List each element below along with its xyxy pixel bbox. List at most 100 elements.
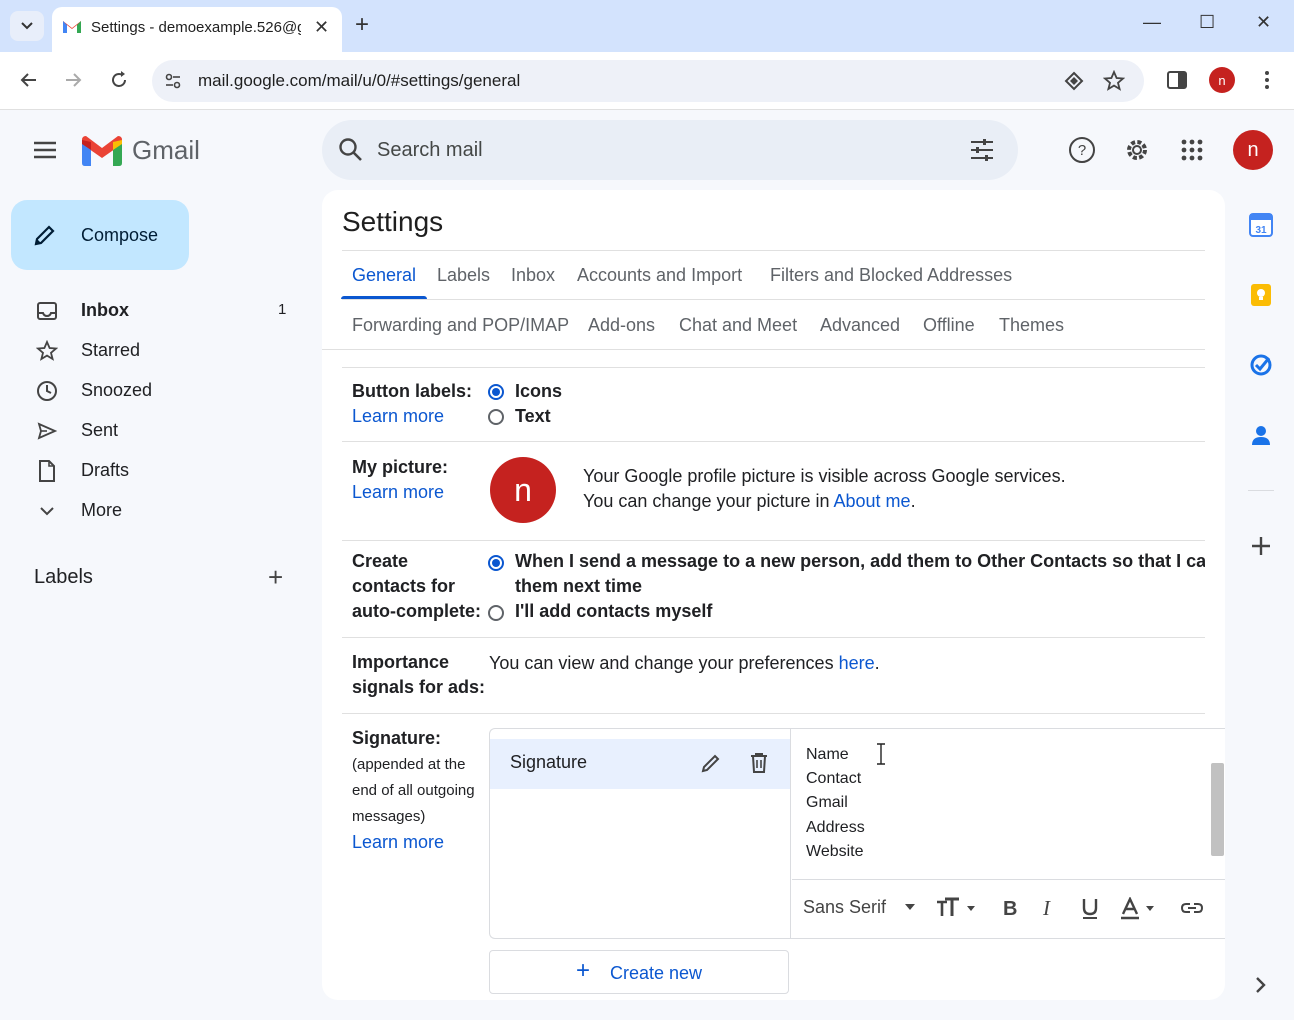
create-contacts-label-line2: contacts for — [352, 576, 456, 596]
sidebar-item-sent[interactable]: Sent — [0, 410, 310, 450]
italic-icon[interactable]: I — [1041, 897, 1059, 919]
search-icon[interactable] — [338, 137, 364, 163]
help-icon[interactable]: ? — [1066, 134, 1098, 166]
profile-picture[interactable]: n — [490, 457, 556, 523]
browser-tab[interactable]: Settings - demoexample.526@g ✕ — [52, 7, 342, 52]
bold-icon[interactable]: B — [1001, 897, 1019, 919]
underline-icon[interactable] — [1080, 897, 1100, 921]
radio-icons[interactable] — [488, 384, 504, 400]
create-new-signature-button[interactable]: + Create new — [489, 950, 789, 994]
new-tab-button[interactable]: + — [355, 13, 369, 37]
reload-icon[interactable] — [107, 68, 131, 92]
about-me-link[interactable]: About me — [834, 491, 911, 511]
signature-list-item[interactable]: Signature — [490, 739, 790, 789]
maximize-icon[interactable]: ☐ — [1199, 12, 1215, 33]
signature-content[interactable]: Name Contact Gmail Address Website — [806, 743, 865, 864]
importance-label-line1: Importance — [352, 652, 450, 672]
tab-close-icon[interactable]: ✕ — [314, 17, 329, 38]
importance-text: You can view and change your preferences… — [489, 651, 880, 676]
settings-panel: Settings General Labels Inbox Accounts a… — [322, 190, 1225, 1000]
back-icon[interactable] — [17, 68, 41, 92]
radio-manual-contacts[interactable] — [488, 605, 504, 621]
signature-editor: Signature Name Contact Gmail Address Web… — [489, 728, 1225, 939]
address-bar[interactable]: mail.google.com/mail/u/0/#settings/gener… — [152, 60, 1144, 102]
tab-labels[interactable]: Labels — [437, 265, 490, 286]
calendar-icon[interactable]: 31 — [1248, 212, 1274, 238]
sidebar-item-label: Snoozed — [81, 380, 153, 400]
signature-label: Signature: — [352, 728, 442, 748]
sidebar-item-more[interactable]: More — [0, 490, 310, 530]
star-icon — [36, 340, 58, 362]
radio-auto-add-contacts[interactable] — [488, 555, 504, 571]
svg-text:I: I — [1042, 897, 1051, 919]
sidebar-item-snoozed[interactable]: Snoozed — [0, 370, 310, 410]
expand-panel-chevron-icon[interactable] — [1248, 972, 1274, 998]
gmail-logo[interactable]: Gmail — [82, 135, 200, 166]
tab-filters-and-blocked-addresses[interactable]: Filters and Blocked Addresses — [770, 265, 1012, 286]
settings-scrollbar[interactable] — [1211, 763, 1224, 856]
tab-accounts-and-import[interactable]: Accounts and Import — [577, 265, 742, 286]
picture-change-suffix: . — [910, 491, 916, 511]
radio-text[interactable] — [488, 409, 504, 425]
learn-more-link[interactable]: Learn more — [352, 832, 444, 853]
chevron-down-icon — [21, 22, 33, 30]
forward-icon[interactable] — [61, 68, 85, 92]
browser-menu-icon[interactable] — [1255, 68, 1279, 92]
tab-advanced[interactable]: Advanced — [820, 315, 900, 336]
signature-line: Gmail — [806, 794, 848, 812]
create-contacts-label-line3: auto-complete: — [352, 601, 482, 621]
font-family-select[interactable]: Sans Serif — [803, 897, 886, 918]
button-labels-label: Button labels: — [352, 381, 472, 401]
tab-search-button[interactable] — [10, 11, 44, 41]
gmail-m-icon — [82, 135, 122, 166]
importance-suffix: . — [874, 653, 880, 673]
signature-sub-line1: (appended at the — [352, 756, 466, 773]
add-label-icon[interactable]: + — [268, 564, 283, 590]
tab-themes[interactable]: Themes — [999, 315, 1064, 336]
text-color-icon[interactable] — [1120, 897, 1156, 921]
site-info-icon[interactable] — [164, 72, 182, 90]
preferences-here-link[interactable]: here — [839, 653, 875, 673]
sidebar-item-label: Starred — [81, 340, 141, 360]
font-size-icon[interactable] — [936, 897, 980, 919]
contacts-icon[interactable] — [1248, 422, 1274, 448]
font-dropdown-arrow-icon[interactable] — [904, 903, 916, 911]
plus-icon: + — [576, 957, 591, 984]
search-input[interactable]: Search mail — [377, 139, 483, 162]
browser-profile-avatar[interactable]: n — [1209, 67, 1235, 93]
close-window-icon[interactable]: ✕ — [1256, 12, 1271, 33]
add-addon-icon[interactable] — [1248, 533, 1274, 559]
divider — [342, 367, 1205, 368]
tab-add-ons[interactable]: Add-ons — [588, 315, 655, 336]
account-avatar[interactable]: n — [1233, 130, 1273, 170]
extension-diamond-icon[interactable] — [1064, 71, 1084, 91]
tasks-icon[interactable] — [1248, 352, 1274, 378]
inbox-unread-count: 1 — [278, 301, 287, 318]
tab-general[interactable]: General — [352, 265, 416, 286]
compose-button[interactable]: Compose — [11, 200, 189, 270]
bookmark-star-icon[interactable] — [1103, 70, 1125, 92]
minimize-icon[interactable]: — — [1143, 12, 1161, 33]
learn-more-link[interactable]: Learn more — [352, 482, 444, 503]
search-options-icon[interactable] — [969, 137, 995, 163]
tab-offline[interactable]: Offline — [923, 315, 975, 336]
sidebar-item-starred[interactable]: Starred — [0, 330, 310, 370]
keep-icon[interactable] — [1248, 282, 1274, 308]
sidebar-item-inbox[interactable]: Inbox 1 — [0, 290, 310, 330]
tab-chat-and-meet[interactable]: Chat and Meet — [679, 315, 797, 336]
learn-more-link[interactable]: Learn more — [352, 406, 444, 427]
sidebar-item-drafts[interactable]: Drafts — [0, 450, 310, 490]
side-panel-icon[interactable] — [1165, 68, 1189, 92]
link-icon[interactable] — [1180, 899, 1204, 917]
delete-trash-icon[interactable] — [749, 752, 769, 774]
google-apps-icon[interactable] — [1176, 134, 1208, 166]
search-mail-bar[interactable]: Search mail — [322, 120, 1018, 180]
settings-gear-icon[interactable] — [1121, 134, 1153, 166]
signature-line: Website — [806, 842, 864, 860]
edit-pencil-icon[interactable] — [700, 752, 722, 774]
option-icons-label: Icons — [515, 381, 563, 401]
main-menu-icon[interactable] — [32, 138, 58, 162]
signature-line: Address — [806, 818, 865, 836]
tab-inbox[interactable]: Inbox — [511, 265, 555, 286]
tab-forwarding-and-pop-imap[interactable]: Forwarding and POP/IMAP — [352, 315, 569, 336]
